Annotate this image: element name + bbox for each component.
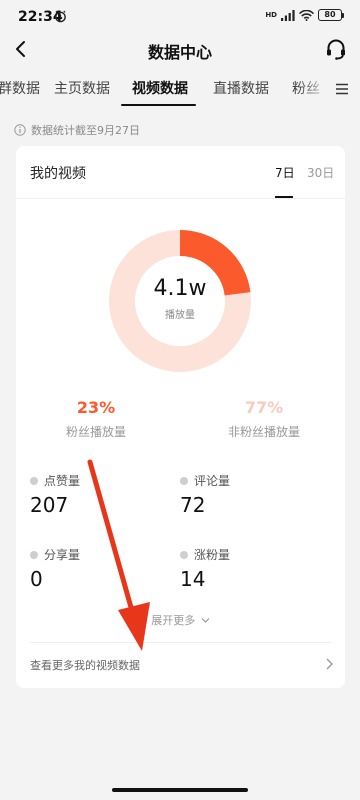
expand-more-button[interactable]: 展开更多 — [16, 612, 345, 628]
period-30-days[interactable]: 30日 — [307, 164, 334, 181]
headset-icon[interactable] — [324, 37, 348, 61]
new-fans-label: 涨粉量 — [194, 548, 231, 562]
signal-icon — [281, 9, 295, 21]
likes-stat: 点赞量 207 — [30, 472, 80, 517]
dot-icon — [30, 550, 38, 559]
expand-more-label: 展开更多 — [151, 614, 196, 627]
shares-label: 分享量 — [44, 548, 81, 562]
new-fans-value: 14 — [180, 567, 206, 591]
chevron-right-icon — [326, 658, 333, 670]
battery-level: 80 — [318, 9, 342, 21]
home-indicator — [112, 788, 248, 792]
fan-plays-block: 23% 粉丝播放量 — [26, 398, 166, 440]
shares-value: 0 — [30, 567, 43, 591]
period-7-days[interactable]: 7日 — [275, 164, 295, 181]
more-video-data-label: 查看更多我的视频数据 — [30, 659, 140, 672]
nonfan-plays-block: 77% 非粉丝播放量 — [194, 398, 334, 440]
dot-icon — [180, 550, 188, 559]
dot-icon — [30, 476, 38, 485]
nonfan-plays-label: 非粉丝播放量 — [227, 425, 300, 439]
comments-value: 72 — [180, 493, 206, 517]
tab-video-data[interactable]: 视频数据 — [132, 78, 188, 98]
more-video-data-link[interactable]: 查看更多我的视频数据 — [30, 651, 333, 679]
stats-date-text: 数据统计截至9月27日 — [31, 124, 140, 137]
nonfan-plays-percent: 77% — [244, 398, 284, 417]
status-icons: HD 80 — [265, 9, 344, 21]
page-title: 数据中心 — [147, 43, 212, 62]
stats-date-note: 数据统计截至9月27日 — [14, 122, 140, 138]
likes-label: 点赞量 — [44, 474, 81, 488]
nav-bar: 数据中心 — [0, 34, 360, 64]
info-icon — [14, 124, 26, 136]
fan-plays-percent: 23% — [76, 398, 116, 417]
comments-stat: 评论量 72 — [180, 472, 230, 517]
total-plays-label: 播放量 — [165, 310, 195, 321]
tab-live-data[interactable]: 直播数据 — [213, 78, 269, 98]
active-tab-indicator — [121, 104, 196, 106]
tab-group-data[interactable]: 群数据 — [0, 78, 40, 98]
total-plays-value: 4.1w — [153, 276, 207, 301]
wifi-icon — [299, 9, 314, 21]
card-title: 我的视频 — [30, 166, 86, 182]
plays-donut-chart — [109, 230, 251, 372]
fan-plays-label: 粉丝播放量 — [65, 425, 126, 439]
status-bar: 22:34 HD 80 — [0, 0, 360, 34]
new-fans-stat: 涨粉量 14 — [180, 546, 230, 591]
tab-homepage-data[interactable]: 主页数据 — [54, 78, 110, 98]
battery-icon: 80 — [318, 9, 344, 21]
comments-label: 评论量 — [194, 474, 231, 488]
dot-icon — [180, 476, 188, 485]
my-videos-card: 我的视频 7日 30日 4.1w 播放量 23% 粉丝播放量 77% 非粉丝播放… — [16, 146, 345, 688]
data-tabs: 群数据 主页数据 视频数据 直播数据 粉丝 — [0, 72, 360, 108]
likes-value: 207 — [30, 493, 69, 517]
alarm-icon — [55, 10, 66, 23]
shares-stat: 分享量 0 — [30, 546, 80, 591]
menu-icon[interactable] — [334, 81, 350, 97]
network-type-label: HD — [265, 10, 277, 19]
chevron-down-icon — [201, 618, 210, 623]
